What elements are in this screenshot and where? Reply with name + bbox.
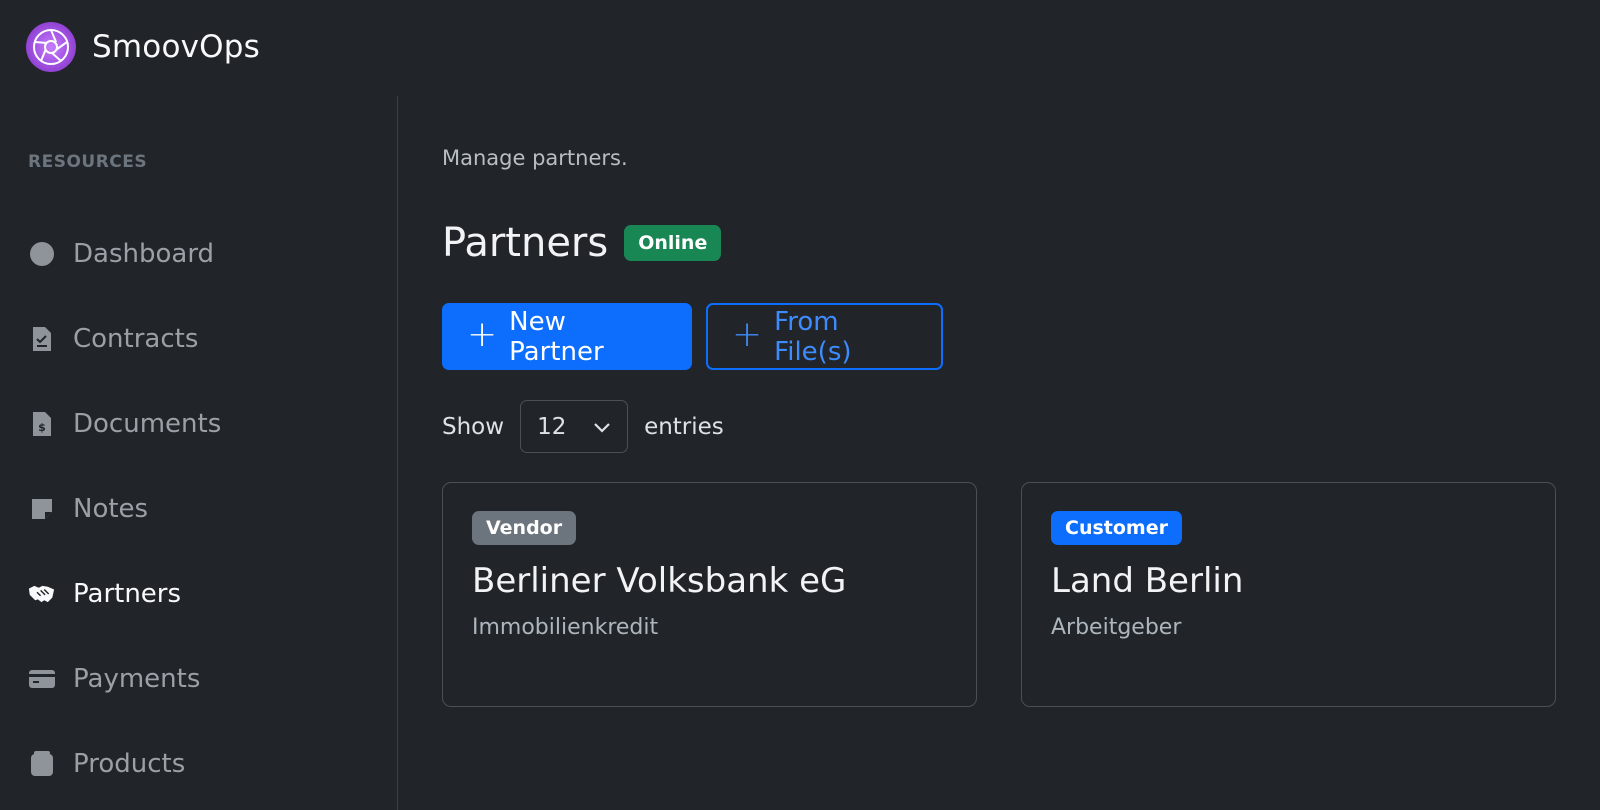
sidebar-item-label: Documents <box>73 408 222 439</box>
sidebar-item-partners[interactable]: Partners <box>28 551 368 636</box>
app-window: SmoovOps RESOURCES Dashboard Contracts $… <box>0 0 1600 810</box>
sidebar-item-label: Payments <box>73 663 201 694</box>
sidebar-item-label: Contracts <box>73 323 199 354</box>
aperture-logo-icon <box>26 22 76 72</box>
entries-select[interactable]: 12 <box>520 400 629 453</box>
partner-type-badge: Vendor <box>472 511 577 545</box>
box-icon <box>28 750 55 777</box>
sidebar-item-products[interactable]: Products <box>28 721 368 806</box>
plus-icon: + <box>732 314 763 355</box>
new-partner-button[interactable]: + New Partner <box>442 303 692 370</box>
new-partner-label: New Partner <box>509 306 604 367</box>
partner-card[interactable]: Vendor Berliner Volksbank eG Immobilienk… <box>442 482 977 707</box>
chevron-down-icon <box>593 414 611 440</box>
partner-name: Berliner Volksbank eG <box>472 561 847 601</box>
sidebar-item-payments[interactable]: Payments <box>28 636 368 721</box>
title-row: Partners Online <box>442 220 722 266</box>
partner-type-badge: Customer <box>1051 511 1182 545</box>
sidebar-item-notes[interactable]: Notes <box>28 466 368 551</box>
partner-card[interactable]: Customer Land Berlin Arbeitgeber <box>1021 482 1556 707</box>
show-label: Show <box>442 413 505 440</box>
circle-icon <box>28 240 55 267</box>
page-title: Partners <box>442 220 609 266</box>
sidebar-item-label: Notes <box>73 493 149 524</box>
from-files-button[interactable]: + From File(s) <box>706 303 943 370</box>
note-icon <box>28 495 55 522</box>
sidebar-item-dashboard[interactable]: Dashboard <box>28 211 368 296</box>
svg-text:$: $ <box>38 421 46 434</box>
contract-icon <box>28 325 55 352</box>
sidebar-item-documents[interactable]: $ Documents <box>28 381 368 466</box>
sidebar-item-label: Partners <box>73 578 182 609</box>
handshake-icon <box>28 580 55 607</box>
brand[interactable]: SmoovOps <box>26 22 260 72</box>
sidebar-item-label: Dashboard <box>73 238 215 269</box>
partner-cards: Vendor Berliner Volksbank eG Immobilienk… <box>442 482 1556 707</box>
sidebar-nav: Dashboard Contracts $ Documents Notes Pa… <box>28 211 368 806</box>
page-subtitle: Manage partners. <box>442 146 628 170</box>
partner-name: Land Berlin <box>1051 561 1244 601</box>
document-icon: $ <box>28 410 55 437</box>
entries-control: Show 12 entries <box>442 400 724 453</box>
brand-name: SmoovOps <box>92 29 260 65</box>
sidebar-item-contracts[interactable]: Contracts <box>28 296 368 381</box>
partner-description: Arbeitgeber <box>1051 615 1182 640</box>
from-files-label: From File(s) <box>774 306 852 367</box>
status-badge: Online <box>624 225 722 261</box>
sidebar: RESOURCES Dashboard Contracts $ Document… <box>0 96 398 810</box>
sidebar-item-label: Products <box>73 748 186 779</box>
action-buttons: + New Partner + From File(s) <box>442 303 943 370</box>
partner-description: Immobilienkredit <box>472 615 659 640</box>
entries-select-value: 12 <box>537 413 567 440</box>
entries-label: entries <box>644 413 724 440</box>
plus-icon: + <box>467 314 498 355</box>
sidebar-heading: RESOURCES <box>28 152 148 172</box>
credit-card-icon <box>28 665 55 692</box>
